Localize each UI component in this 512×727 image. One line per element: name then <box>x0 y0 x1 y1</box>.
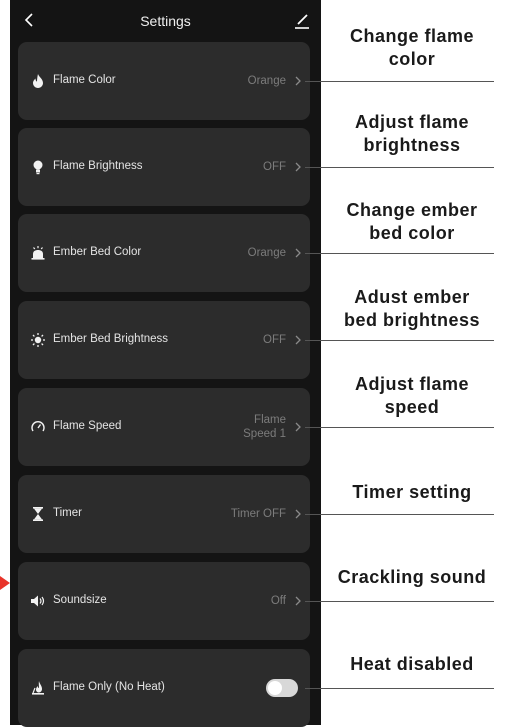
setting-row-soundsize[interactable]: Soundsize Off <box>18 562 310 640</box>
caption-timer: Timer setting <box>322 481 502 504</box>
setting-row-ember-bed-color[interactable]: Ember Bed Color Orange <box>18 214 310 292</box>
caption-line: bed brightness <box>343 310 480 330</box>
leader-line <box>305 167 494 168</box>
leader-line <box>305 253 494 254</box>
caption-flame-brightness: Adjust flame brightness <box>322 111 502 157</box>
toggle-knob <box>268 681 282 695</box>
setting-label: Flame Speed <box>53 420 122 432</box>
no-heat-toggle[interactable] <box>266 679 298 697</box>
red-pointer-arrow-icon <box>0 576 10 590</box>
chevron-right-icon <box>295 76 301 86</box>
speaker-icon <box>31 595 45 607</box>
setting-label: Flame Brightness <box>53 160 143 172</box>
sun-icon <box>31 333 45 347</box>
caption-line: Change ember <box>346 200 478 220</box>
chevron-right-icon <box>295 162 301 172</box>
caption-line: Crackling sound <box>337 567 487 587</box>
setting-value: Timer OFF <box>230 508 286 520</box>
leader-line <box>305 81 494 82</box>
setting-row-flame-brightness[interactable]: Flame Brightness OFF <box>18 128 310 206</box>
flame-only-icon <box>32 681 44 695</box>
caption-line: Change flame <box>349 26 475 46</box>
caption-ember-bed-color: Change ember bed color <box>322 199 502 245</box>
edit-icon[interactable] <box>293 12 311 30</box>
caption-line: speed <box>384 397 440 417</box>
leader-line <box>305 688 494 689</box>
setting-value: Off <box>270 595 286 607</box>
bulb-icon <box>33 160 43 175</box>
ember-bed-icon <box>31 246 45 260</box>
caption-line: Adust ember <box>354 287 470 307</box>
phone-screen: Settings Flame Color Orange Flame Bright… <box>10 0 321 727</box>
setting-value: Orange <box>247 75 286 87</box>
setting-row-ember-bed-brightness[interactable]: Ember Bed Brightness OFF <box>18 301 310 379</box>
leader-line <box>305 514 494 515</box>
chevron-right-icon <box>295 335 301 345</box>
chevron-right-icon <box>295 422 301 432</box>
setting-value: OFF <box>263 161 286 173</box>
setting-label: Timer <box>53 507 82 519</box>
hourglass-icon <box>33 507 43 521</box>
setting-value: Flame Speed 1 <box>243 413 286 441</box>
chevron-right-icon <box>295 248 301 258</box>
caption-line: Timer setting <box>352 482 472 502</box>
setting-value: OFF <box>263 334 286 346</box>
caption-soundsize: Crackling sound <box>322 566 502 589</box>
leader-line <box>305 601 494 602</box>
caption-line: Heat disabled <box>350 654 474 674</box>
setting-row-timer[interactable]: Timer Timer OFF <box>18 475 310 553</box>
setting-row-flame-speed[interactable]: Flame Speed Flame Speed 1 <box>18 388 310 466</box>
caption-line: bed color <box>369 223 455 243</box>
caption-ember-bed-brightness: Adust ember bed brightness <box>322 286 502 332</box>
caption-heat-disabled: Heat disabled <box>322 653 502 676</box>
flame-icon <box>33 74 43 88</box>
caption-line: color <box>388 49 436 69</box>
caption-flame-speed: Adjust flame speed <box>322 373 502 419</box>
setting-label: Ember Bed Brightness <box>53 333 169 345</box>
speed-gauge-icon <box>31 421 45 432</box>
caption-line: brightness <box>363 135 461 155</box>
caption-line: Adjust flame <box>354 374 470 394</box>
setting-label: Soundsize <box>53 594 107 606</box>
setting-row-flame-only: Flame Only (No Heat) <box>18 649 310 727</box>
page-title: Settings <box>140 13 191 29</box>
setting-label: Flame Color <box>53 74 116 86</box>
caption-line: Adjust flame <box>354 112 470 132</box>
leader-line <box>305 427 494 428</box>
chevron-right-icon <box>295 596 301 606</box>
setting-value: Orange <box>247 247 286 259</box>
setting-value-line: Flame <box>254 414 286 426</box>
setting-value-line: Speed 1 <box>243 428 286 440</box>
setting-label: Ember Bed Color <box>53 246 142 258</box>
chevron-right-icon <box>295 509 301 519</box>
caption-flame-color: Change flame color <box>322 25 502 71</box>
leader-line <box>305 340 494 341</box>
top-bar: Settings <box>10 0 321 40</box>
setting-row-flame-color[interactable]: Flame Color Orange <box>18 42 310 120</box>
setting-label: Flame Only (No Heat) <box>53 681 165 693</box>
